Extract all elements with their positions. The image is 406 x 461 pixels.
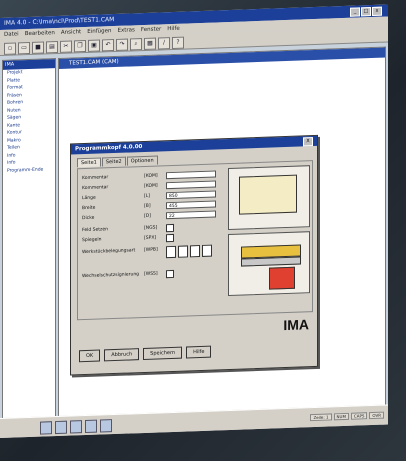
tab-page2[interactable]: Seite2 xyxy=(101,156,126,167)
field-unit: [KOM] xyxy=(144,173,158,179)
option-box-icon[interactable] xyxy=(166,245,176,259)
taskbar-icons xyxy=(40,419,112,435)
status-caps: CAPS xyxy=(350,412,368,420)
option-box-icon[interactable] xyxy=(178,245,188,258)
field-unit: [SPX] xyxy=(144,235,157,241)
layer-preview xyxy=(228,231,310,297)
field-unit: [NGS] xyxy=(144,225,158,231)
tab-page1[interactable]: Seite1 xyxy=(77,157,101,168)
middle-layer-icon xyxy=(241,256,301,267)
red-block-icon xyxy=(269,266,295,290)
help-icon[interactable]: ? xyxy=(172,36,184,49)
field-label: Werkstückbelegungsart xyxy=(82,248,136,256)
status-num: NUM xyxy=(333,412,349,421)
screen: IMA 4.0 - C:\Ima\ncl\Prod\TEST1.CAM _ □ … xyxy=(0,4,388,438)
task-icon[interactable] xyxy=(70,420,82,434)
tab-options[interactable]: Optionen xyxy=(126,155,158,166)
field-label: Spiegeln xyxy=(82,237,102,244)
assignment-type-options xyxy=(166,244,212,259)
open-icon[interactable]: ▭ xyxy=(18,41,30,55)
minimize-button[interactable]: _ xyxy=(350,7,360,17)
field-unit: [WPB] xyxy=(144,247,158,253)
status-line: Zeile: 1 xyxy=(310,413,332,422)
paste-icon[interactable]: ▣ xyxy=(88,39,100,52)
mirror-checkbox[interactable] xyxy=(166,233,174,243)
save-icon[interactable]: ■ xyxy=(32,41,44,54)
status-ovr: OVR xyxy=(369,411,384,420)
change-protection-checkbox[interactable] xyxy=(166,269,174,279)
task-icon[interactable] xyxy=(40,421,52,435)
set-field-checkbox[interactable] xyxy=(166,223,174,233)
width-input[interactable]: 455 xyxy=(166,200,216,210)
monitor-bezel: IMA 4.0 - C:\Ima\ncl\Prod\TEST1.CAM _ □ … xyxy=(0,0,406,461)
tool-icon[interactable]: / xyxy=(158,37,170,50)
undo-icon[interactable]: ↶ xyxy=(102,39,114,52)
comment-input-1[interactable] xyxy=(166,170,216,180)
save-button[interactable]: Speichern xyxy=(143,346,183,361)
field-label: Dicke xyxy=(82,215,95,222)
maximize-button[interactable]: □ xyxy=(361,7,371,17)
form-area: Kommentar [KOM] Kommentar [KOM] Länge [L… xyxy=(77,160,313,321)
field-unit: [D] xyxy=(144,213,151,219)
print-icon[interactable]: ▤ xyxy=(46,40,58,54)
program-header-dialog: Programmkopf 4.0.00 X Seite1 Seite2 Opti… xyxy=(70,134,318,376)
task-icon[interactable] xyxy=(100,419,112,433)
zoom-icon[interactable]: ⌕ xyxy=(130,38,142,51)
field-label: Länge xyxy=(82,195,96,202)
task-icon[interactable] xyxy=(55,420,67,435)
field-label: Kommentar xyxy=(82,185,109,192)
thickness-input[interactable]: 22 xyxy=(166,210,216,220)
project-tree: IMA Projekt Platte Format Fräsen Bohren … xyxy=(2,58,56,422)
option-box-icon[interactable] xyxy=(202,244,212,257)
ima-logo: IMA xyxy=(283,316,309,334)
panel-preview xyxy=(228,165,310,231)
length-input[interactable]: 850 xyxy=(166,190,216,200)
dialog-close-button[interactable]: X xyxy=(303,137,313,147)
grid-icon[interactable]: ▦ xyxy=(144,37,156,50)
status-bar: Zeile: 1 NUM CAPS OVR xyxy=(310,411,384,422)
comment-input-2[interactable] xyxy=(166,180,216,190)
field-unit: [L] xyxy=(144,193,151,199)
cut-icon[interactable]: ✂ xyxy=(60,40,72,53)
field-label: Kommentar xyxy=(82,175,109,182)
redo-icon[interactable]: ↷ xyxy=(116,38,128,51)
field-unit: [KOM] xyxy=(144,183,158,189)
panel-shape-icon xyxy=(239,174,297,215)
task-icon[interactable] xyxy=(85,419,97,434)
field-label: Feld Setzen xyxy=(82,227,109,234)
close-button[interactable]: x xyxy=(372,6,382,17)
option-box-icon[interactable] xyxy=(190,245,200,258)
field-unit: [B] xyxy=(144,203,151,209)
tree-item[interactable]: Programm-Ende xyxy=(3,166,55,175)
window-title: IMA 4.0 - C:\Ima\ncl\Prod\TEST1.CAM xyxy=(4,16,115,27)
menu-item-extras[interactable]: Extras xyxy=(118,25,135,36)
field-label: Wechselschutzsignierung xyxy=(82,272,140,280)
help-button[interactable]: Hilfe xyxy=(186,345,212,359)
cancel-button[interactable]: Abbruch xyxy=(104,348,140,362)
window-controls: _ □ x xyxy=(350,6,382,17)
field-unit: [WSS] xyxy=(144,271,158,277)
dialog-buttons: OK Abbruch Speichern Hilfe xyxy=(79,345,212,363)
new-icon[interactable]: ▫ xyxy=(4,42,16,55)
menu-item-help[interactable]: Hilfe xyxy=(167,24,180,34)
ok-button[interactable]: OK xyxy=(79,349,101,363)
field-label: Breite xyxy=(82,205,96,212)
copy-icon[interactable]: ❐ xyxy=(74,39,86,53)
menu-item-file[interactable]: Datei xyxy=(4,29,19,40)
